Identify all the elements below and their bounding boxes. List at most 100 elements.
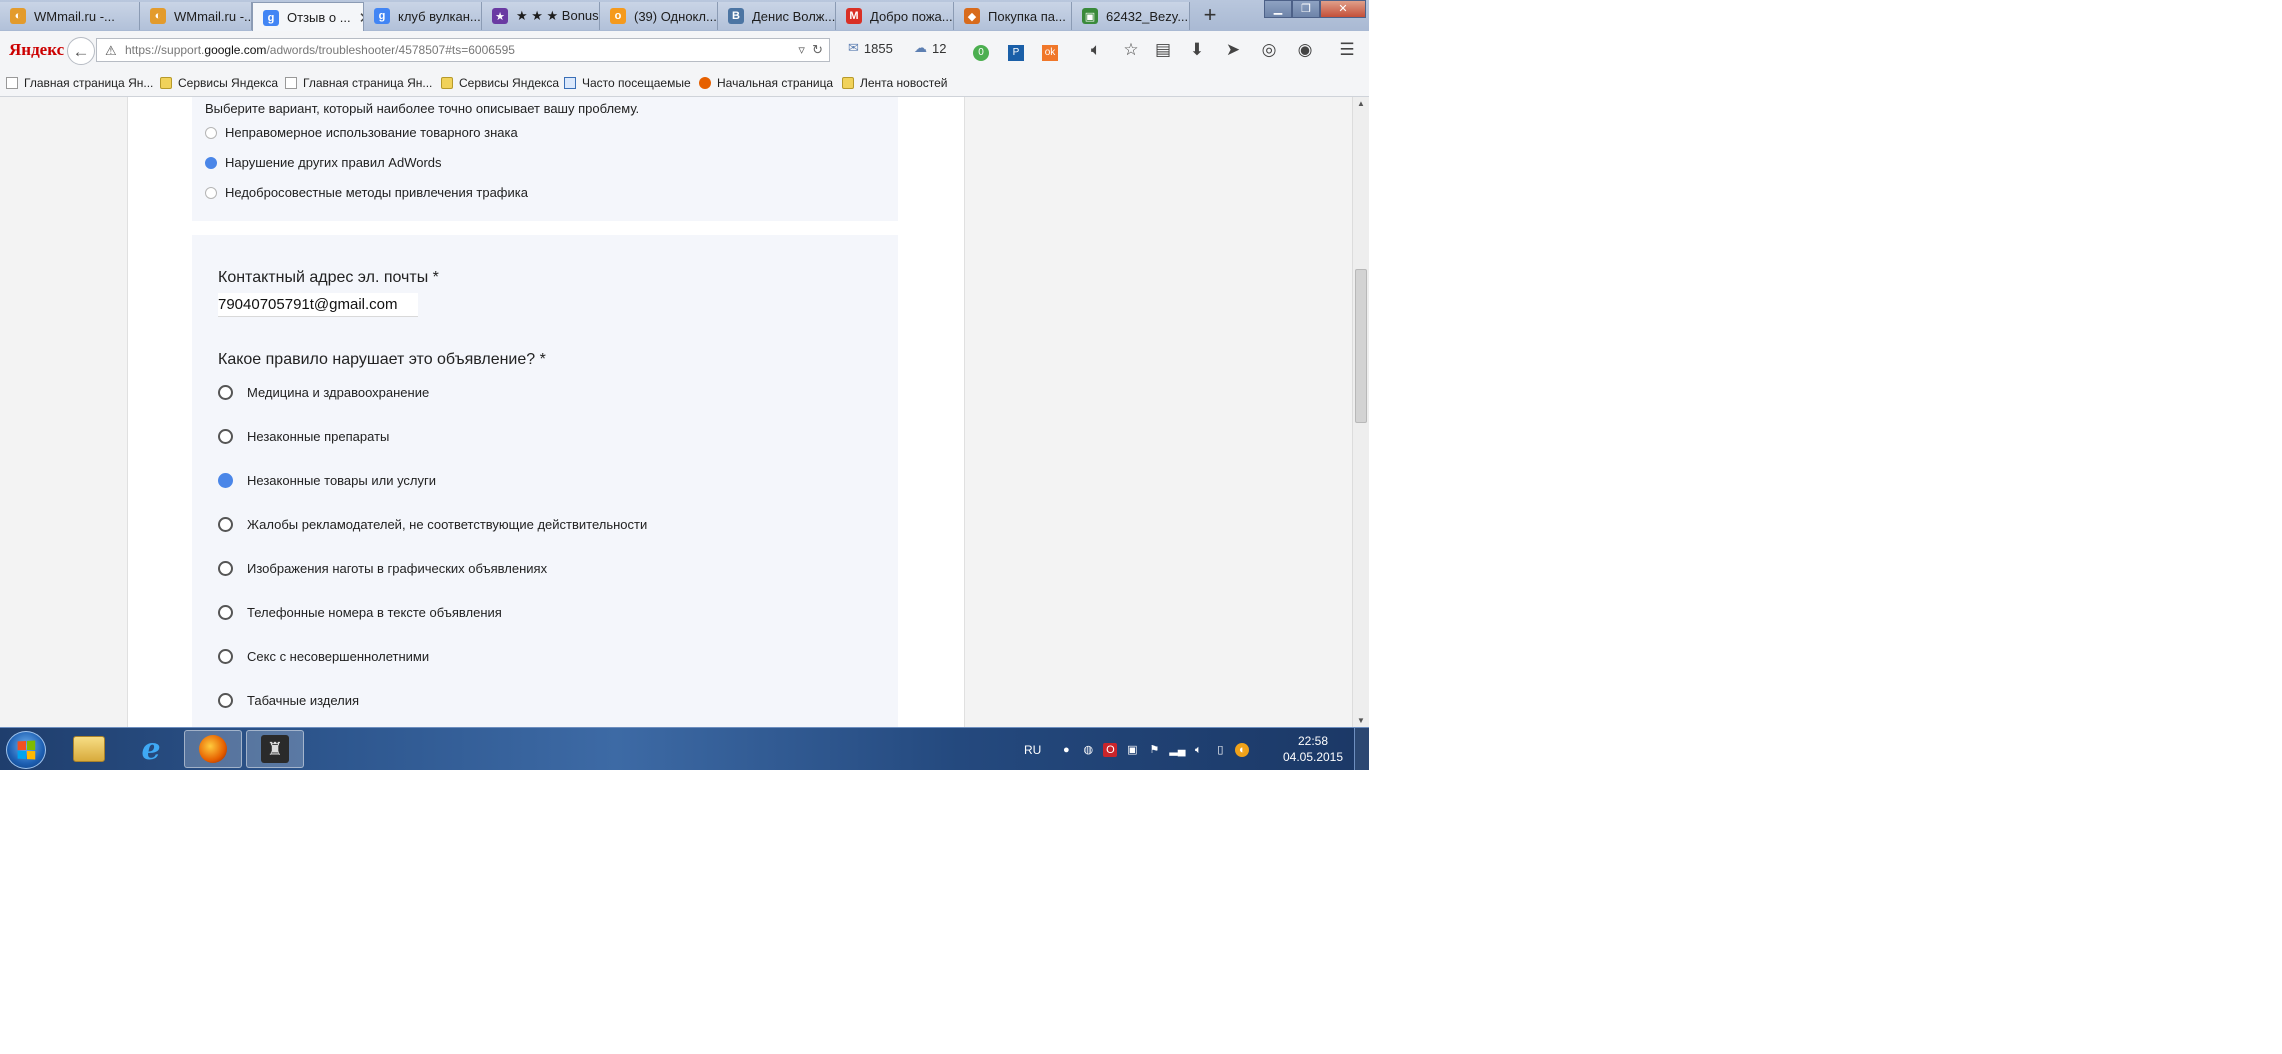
network-globe-icon[interactable]: ◍ [1081, 743, 1095, 757]
bookmark-item[interactable]: Сервисы Яндекса [160, 76, 278, 90]
tab-3-active[interactable]: g Отзыв о ... ✕ [252, 2, 364, 32]
tab-5[interactable]: ★ ★ ★ ★ Bonus [482, 2, 600, 30]
option-label: Недобросовестные методы привлечения траф… [225, 185, 528, 200]
radio-button[interactable] [218, 517, 233, 532]
address-bar[interactable]: ⚠ https://support.google.com/adwords/tro… [96, 38, 830, 62]
dropdown-icon[interactable]: ▿ [798, 42, 805, 57]
rule-option-tobacco[interactable]: Табачные изделия [218, 693, 359, 708]
problem-option-traffic[interactable]: Недобросовестные методы привлечения траф… [205, 185, 528, 200]
rule-option-minors[interactable]: Секс с несовершеннолетними [218, 649, 429, 664]
google-search-icon: g [374, 8, 390, 24]
radio-button[interactable] [205, 126, 217, 139]
tab-1[interactable]: ◐ WMmail.ru -... [0, 2, 140, 30]
internet-explorer-taskbar-button[interactable]: e [122, 730, 180, 768]
tray-orange-icon[interactable]: ◐ [1235, 742, 1250, 757]
bookmark-item[interactable]: Часто посещаемые [564, 76, 691, 90]
url-host: google.com [204, 43, 267, 57]
radio-button[interactable] [218, 693, 233, 708]
mail-counter[interactable]: ✉ 1855 [848, 40, 893, 56]
bookmark-item[interactable]: Главная страница Ян... [285, 76, 432, 90]
close-window-button[interactable]: ✕ [1320, 0, 1366, 18]
download-icon[interactable]: ⬇ [1186, 39, 1208, 61]
opera-icon[interactable]: O [1103, 742, 1118, 757]
bookmark-label: Начальная страница [717, 76, 834, 90]
clock-date: 04.05.2015 [1282, 750, 1344, 764]
bookmark-item[interactable]: Лента новостей [842, 76, 948, 90]
radio-button-selected[interactable] [218, 473, 233, 488]
extension-blue-icon[interactable]: P [1005, 39, 1027, 61]
rule-option-drugs[interactable]: Незаконные препараты [218, 429, 389, 444]
radio-button[interactable] [218, 605, 233, 620]
tab-4[interactable]: g клуб вулкан... [364, 2, 482, 30]
windows-logo-icon [17, 740, 36, 760]
scroll-down-arrow-icon[interactable]: ▼ [1353, 716, 1369, 725]
url-prefix: https://support. [125, 43, 205, 57]
sound-icon[interactable]: 🔈︎ [1085, 39, 1107, 61]
tab-10[interactable]: ▣ 62432_Bezy... [1072, 2, 1190, 30]
bookmark-item[interactable]: Начальная страница [699, 76, 833, 90]
tab-label: 62432_Bezy... [1106, 8, 1189, 24]
page-scrollbar[interactable]: ▲ ▼ [1352, 97, 1369, 727]
signal-icon[interactable]: ▂▄ [1169, 743, 1185, 757]
scroll-thumb[interactable] [1355, 269, 1367, 423]
warning-icon[interactable]: ⚠ [105, 40, 117, 62]
radio-button-selected[interactable] [205, 156, 217, 169]
problem-option-trademark[interactable]: Неправомерное использование товарного зн… [205, 125, 518, 140]
tray-app-icon[interactable]: ▣ [1125, 743, 1139, 757]
wmmail-icon: ◐ [10, 8, 26, 24]
weather-widget[interactable]: ☁ 12 [914, 40, 946, 56]
radio-button[interactable] [218, 649, 233, 664]
show-desktop-button[interactable] [1354, 728, 1369, 770]
rule-option-illegal-goods[interactable]: Незаконные товары или услуги [218, 473, 436, 488]
new-tab-button[interactable]: + [1196, 2, 1224, 30]
menu-icon[interactable]: ☰ [1336, 39, 1358, 61]
rule-option-false-complaints[interactable]: Жалобы рекламодателей, не соответствующи… [218, 517, 647, 532]
email-field[interactable] [218, 293, 418, 317]
radio-button[interactable] [205, 186, 217, 199]
tab-label: WMmail.ru -... [34, 8, 115, 24]
back-button[interactable]: ← [67, 37, 95, 65]
rule-option-medicine[interactable]: Медицина и здравоохранение [218, 385, 429, 400]
game-taskbar-button[interactable]: ♜ [246, 730, 304, 768]
tab-8[interactable]: M Добро пожа... [836, 2, 954, 30]
language-indicator[interactable]: RU [1024, 743, 1041, 757]
firefox-taskbar-button[interactable] [184, 730, 242, 768]
maximize-button[interactable]: ❐ [1292, 0, 1320, 18]
tray-device-icon[interactable]: ▯ [1213, 743, 1227, 757]
firefox-icon [699, 77, 711, 89]
radio-button[interactable] [218, 429, 233, 444]
radio-button[interactable] [218, 561, 233, 576]
tab-9[interactable]: ◆ Покупка па... [954, 2, 1072, 30]
problem-option-other-rules[interactable]: Нарушение других правил AdWords [205, 155, 442, 170]
extension-orange-icon[interactable]: ok [1039, 39, 1061, 61]
screen: ◐ WMmail.ru -... ◐ WMmail.ru -... g Отзы… [0, 0, 1369, 770]
reload-icon[interactable]: ↻ [812, 42, 823, 57]
tab-2[interactable]: ◐ WMmail.ru -... [140, 2, 252, 30]
tab-label: (39) Однокл... [634, 8, 717, 24]
page-icon [285, 77, 297, 89]
action-center-flag-icon[interactable]: ⚑ [1147, 743, 1161, 757]
volume-icon[interactable]: 🔈︎ [1191, 743, 1205, 757]
folder-icon [73, 736, 105, 762]
star-icon[interactable]: ☆ [1120, 39, 1142, 61]
bookmark-item[interactable]: Главная страница Ян... [6, 76, 153, 90]
bookmark-item[interactable]: Сервисы Яндекса [441, 76, 559, 90]
send-icon[interactable]: ➤ [1222, 39, 1244, 61]
rule-option-phone-numbers[interactable]: Телефонные номера в тексте объявления [218, 605, 502, 620]
turtle-icon[interactable]: ● [1059, 743, 1073, 757]
extension-green-icon[interactable]: 0 [970, 39, 992, 61]
gauge-icon[interactable]: ◎ [1258, 39, 1280, 61]
tab-7[interactable]: В Денис Волж... [718, 2, 836, 30]
clock[interactable]: 22:58 04.05.2015 [1280, 733, 1346, 765]
radio-button[interactable] [218, 385, 233, 400]
minimize-button[interactable]: ▁ [1264, 0, 1292, 18]
tab-6[interactable]: о (39) Однокл... [600, 2, 718, 30]
tab-strip: ◐ WMmail.ru -... ◐ WMmail.ru -... g Отзы… [0, 0, 1369, 32]
scroll-up-arrow-icon[interactable]: ▲ [1353, 99, 1369, 108]
yandex-logo[interactable]: Яндекс [9, 40, 64, 60]
clipboard-icon[interactable]: ▤ [1152, 39, 1174, 61]
start-button[interactable] [6, 731, 46, 769]
explorer-taskbar-button[interactable] [60, 730, 118, 768]
chat-icon[interactable]: ◉ [1294, 39, 1316, 61]
rule-option-nudity[interactable]: Изображения наготы в графических объявле… [218, 561, 547, 576]
